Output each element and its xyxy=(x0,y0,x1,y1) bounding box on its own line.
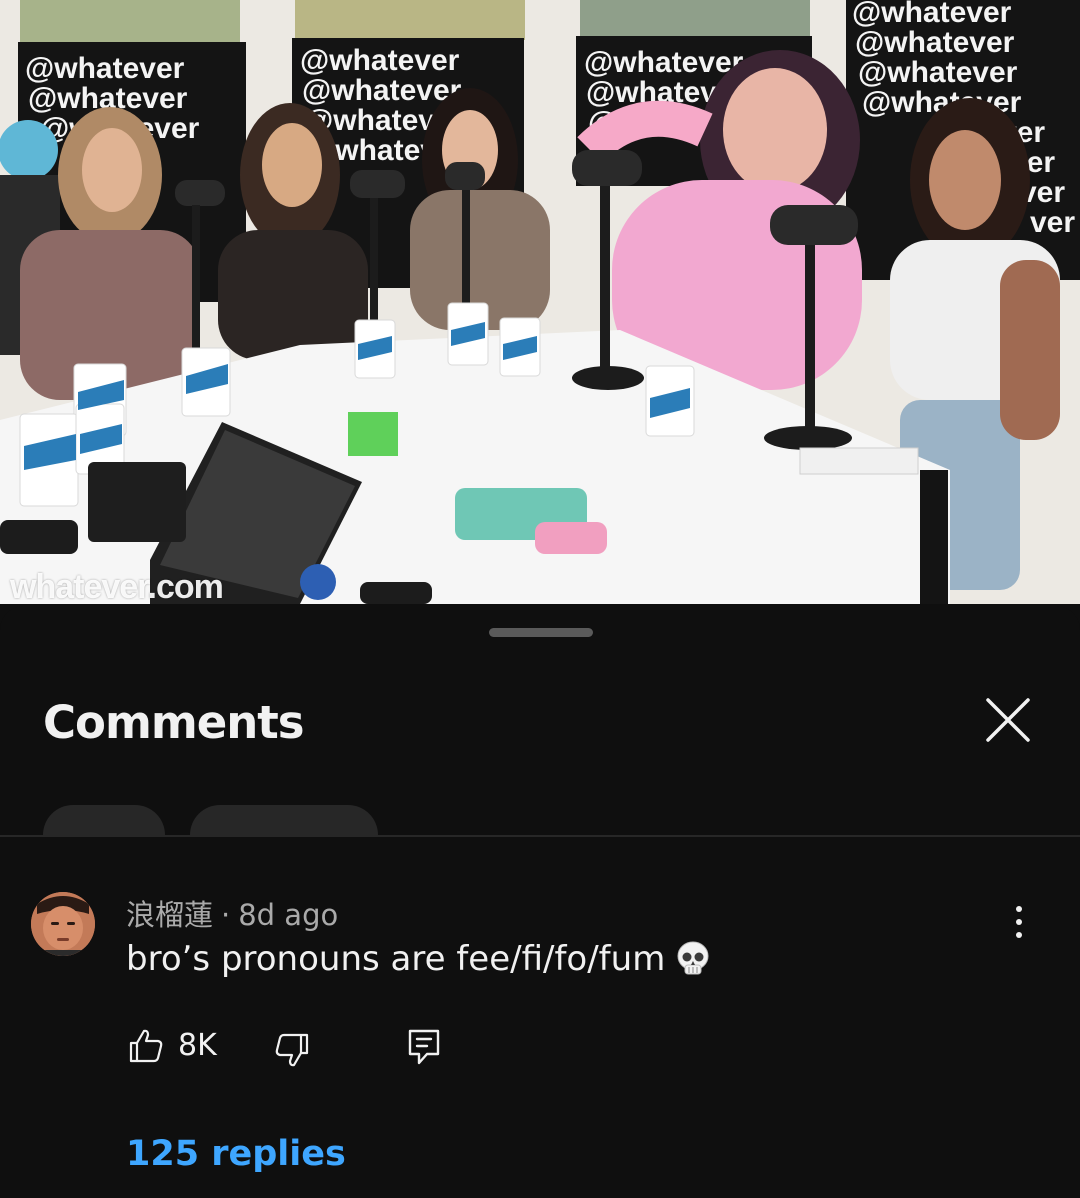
divider xyxy=(0,835,1080,837)
avatar-image xyxy=(31,892,95,956)
reply-icon[interactable] xyxy=(407,1028,441,1066)
svg-text:@whatever: @whatever xyxy=(858,56,1018,89)
svg-text:@whatever: @whatever xyxy=(302,74,462,107)
thumbs-up-icon[interactable] xyxy=(128,1028,164,1064)
svg-text:@whatever: @whatever xyxy=(852,0,1012,29)
comments-sheet: Comments 浪榴蓮 · 8d ago bro’s pronouns are f… xyxy=(0,606,1080,1198)
video-watermark: whatever.com xyxy=(10,568,224,604)
comment-time: 8d ago xyxy=(238,898,339,932)
comment-body: bro’s pronouns are fee/fi/fo/fum xyxy=(126,939,713,979)
svg-text:ver: ver xyxy=(1030,206,1075,239)
like-count: 8K xyxy=(178,1028,217,1063)
avatar[interactable] xyxy=(31,892,95,956)
replies-link[interactable]: 125 replies xyxy=(126,1134,346,1174)
chip-newest[interactable] xyxy=(190,805,378,835)
meta-separator: · xyxy=(221,898,231,932)
sheet-title: Comments xyxy=(43,696,305,749)
skull-icon xyxy=(673,939,713,979)
thumbs-down-icon[interactable] xyxy=(274,1032,310,1068)
svg-text:@whatever: @whatever xyxy=(584,46,744,79)
video-frame: @whatever @whatever @whatever ever @what… xyxy=(0,0,1080,604)
comment-text: bro’s pronouns are fee/fi/fo/fum xyxy=(126,939,666,979)
svg-text:@whatever: @whatever xyxy=(300,44,460,77)
drag-handle[interactable] xyxy=(489,628,593,637)
comment-meta: 浪榴蓮 · 8d ago xyxy=(126,892,338,934)
svg-text:@whatever: @whatever xyxy=(25,52,185,85)
chip-top[interactable] xyxy=(43,805,165,835)
svg-text:@whatever: @whatever xyxy=(855,26,1015,59)
close-icon[interactable] xyxy=(982,694,1034,746)
more-options-icon[interactable] xyxy=(1004,904,1034,942)
video-player[interactable]: @whatever @whatever @whatever ever @what… xyxy=(0,0,1080,604)
sort-chips xyxy=(0,801,1080,835)
comment-author[interactable]: 浪榴蓮 xyxy=(126,898,213,932)
